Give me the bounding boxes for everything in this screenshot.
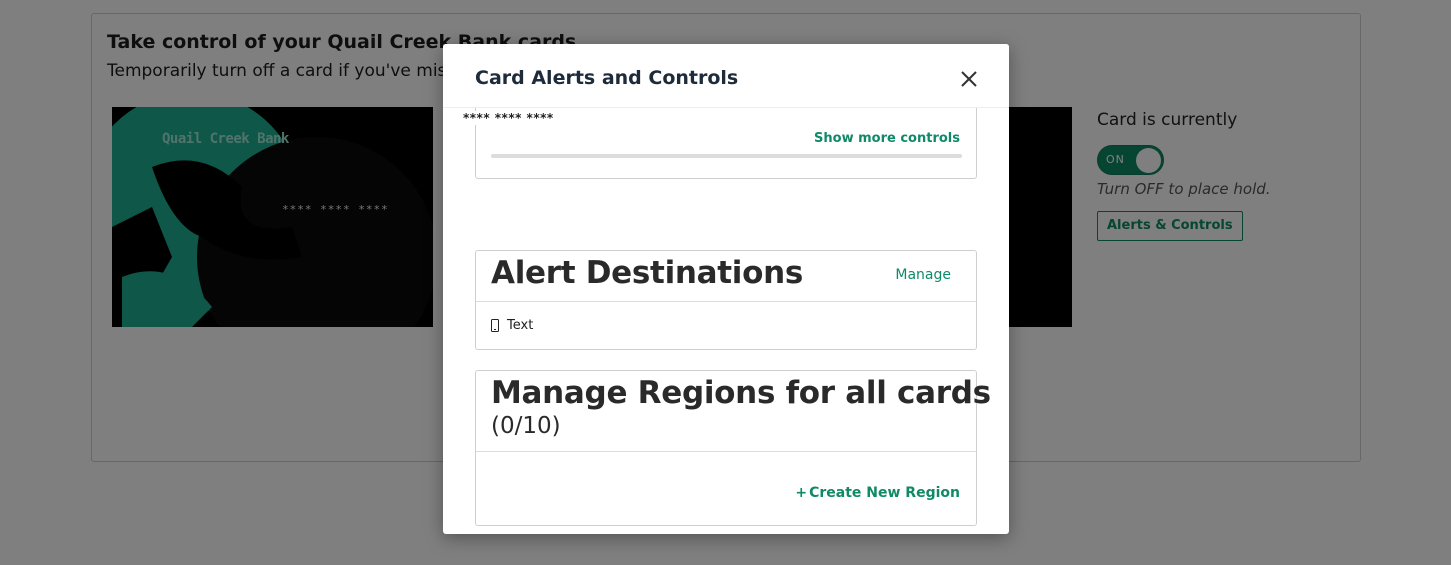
manage-regions-title: Manage Regions for all cards [491,375,991,411]
plus-icon: + [795,485,808,501]
modal-title: Card Alerts and Controls [475,67,739,89]
horizontal-scrollbar[interactable] [491,154,962,158]
alert-destinations-section: Alert Destinations Manage Text [475,250,977,350]
destination-item: Text [491,318,533,333]
create-new-region-link[interactable]: + Create New Region [795,485,960,501]
close-button[interactable] [958,68,980,90]
alert-destinations-header: Alert Destinations Manage [476,251,976,302]
destination-label: Text [507,318,534,333]
manage-destinations-link[interactable]: Manage [895,267,951,283]
modal-body[interactable]: **** **** **** Show more controls Alert … [443,108,1009,534]
manage-regions-section: Manage Regions for all cards (0/10) + Cre… [475,370,991,526]
close-icon [961,71,977,87]
phone-icon [491,319,499,332]
modal-masked-number: **** **** **** [463,111,560,125]
show-more-controls-link[interactable]: Show more controls [814,131,960,146]
create-region-label: Create New Region [809,485,960,501]
modal-header: Card Alerts and Controls [443,44,1009,108]
alert-destinations-title: Alert Destinations [491,255,804,291]
manage-regions-header: Manage Regions for all cards (0/10) [476,371,991,452]
regions-count: (0/10) [491,413,561,439]
card-alerts-modal: Card Alerts and Controls **** **** **** … [443,44,1009,534]
